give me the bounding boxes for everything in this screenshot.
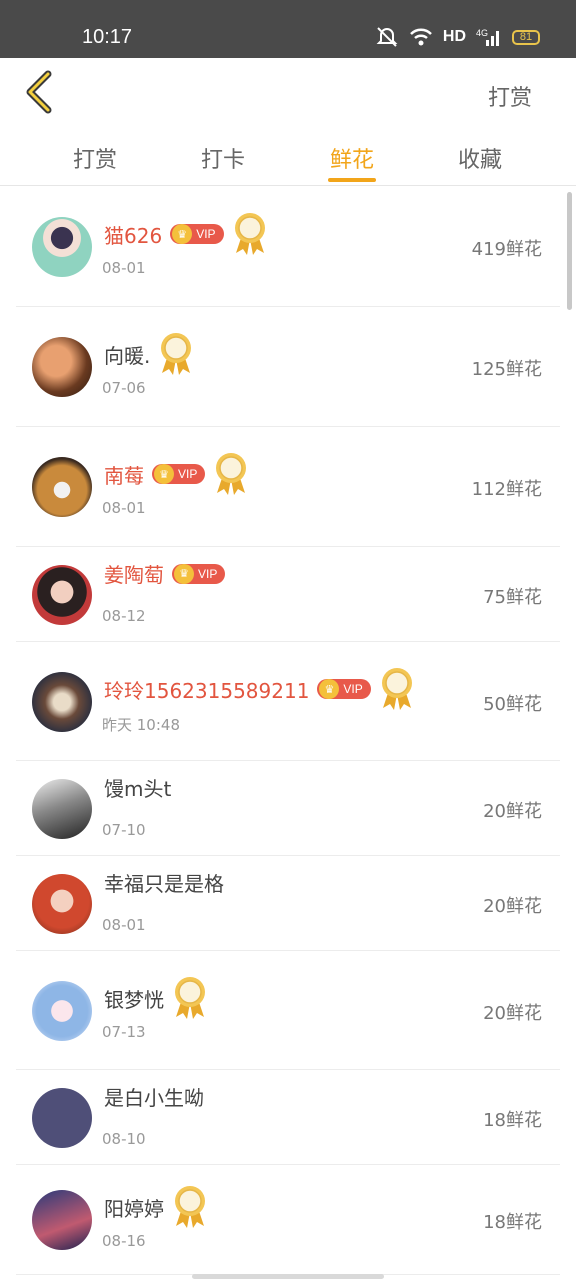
flower-count: 419鲜花 [471, 239, 542, 260]
list-item[interactable]: 银梦恍 07-13 20鲜花 [16, 951, 560, 1070]
flower-count: 50鲜花 [483, 694, 542, 715]
user-name: 是白小生呦 [104, 1086, 204, 1110]
home-indicator[interactable] [192, 1274, 384, 1279]
user-name: 向暖. [104, 343, 151, 368]
scrollbar[interactable] [567, 192, 572, 310]
vip-label: VIP [198, 566, 218, 581]
gift-date: 08-01 [102, 259, 146, 277]
medal-icon [161, 333, 192, 375]
name-line: 姜陶萄 ♛ VIP [104, 559, 226, 588]
vip-label: VIP [178, 467, 198, 481]
battery-indicator: 81 [512, 29, 540, 45]
vip-badge: ♛ VIP [317, 679, 371, 699]
gift-date: 07-13 [102, 1023, 146, 1041]
signal-label: 4G [476, 28, 488, 38]
avatar[interactable] [32, 874, 92, 934]
name-line: 猫626 ♛ VIP [104, 211, 268, 257]
medal-icon [175, 1186, 205, 1228]
name-line: 阳婷婷 [104, 1184, 208, 1230]
avatar[interactable] [32, 1088, 92, 1148]
status-icons: HD 4G 81 [375, 26, 540, 48]
user-name: 姜陶萄 [104, 563, 164, 587]
flower-count: 20鲜花 [483, 801, 542, 822]
name-line: 南莓 ♛ VIP [104, 451, 249, 497]
status-time: 10:17 [82, 26, 133, 48]
gift-date: 08-01 [102, 499, 146, 517]
gift-date: 08-01 [102, 916, 146, 934]
flower-count: 112鲜花 [471, 479, 542, 500]
avatar[interactable] [32, 1190, 92, 1250]
user-name: 幸福只是是格 [104, 872, 224, 896]
header-action-button[interactable]: 打赏 [488, 80, 532, 112]
medal-icon [175, 977, 205, 1019]
avatar[interactable] [32, 779, 92, 839]
list-item[interactable]: 向暖. 07-06 125鲜花 [16, 307, 560, 427]
list-item[interactable]: 猫626 ♛ VIP 08-01 419鲜花 [16, 187, 560, 307]
avatar[interactable] [32, 981, 92, 1041]
flower-count: 75鲜花 [483, 587, 542, 608]
flower-count: 18鲜花 [483, 1110, 542, 1131]
name-line: 幸福只是是格 [104, 868, 224, 897]
gift-date: 08-10 [102, 1130, 146, 1148]
vip-badge: ♛ VIP [172, 563, 226, 584]
avatar[interactable] [32, 565, 92, 625]
user-name: 南莓 [104, 463, 144, 488]
vip-label: VIP [196, 227, 216, 241]
vip-badge: ♛ VIP [170, 224, 224, 244]
vip-badge: ♛ VIP [152, 464, 206, 484]
user-name: 猫626 [104, 223, 163, 248]
tab-flowers[interactable]: 鲜花 [307, 142, 397, 174]
status-bar: 10:17 HD 4G 81 [0, 0, 576, 58]
name-line: 玲玲1562315589211 ♛ VIP [104, 666, 415, 712]
crown-icon: ♛ [319, 679, 340, 699]
flower-count: 20鲜花 [483, 896, 542, 917]
list-item[interactable]: 玲玲1562315589211 ♛ VIP 昨天 10:48 50鲜花 [16, 642, 560, 761]
list-item[interactable]: 姜陶萄 ♛ VIP 08-12 75鲜花 [16, 547, 560, 642]
user-name: 馒m头t [104, 777, 172, 801]
name-line: 馒m头t [104, 773, 171, 802]
tab-favorites[interactable]: 收藏 [435, 142, 525, 174]
list-item[interactable]: 幸福只是是格 08-01 20鲜花 [16, 856, 560, 951]
gift-date: 08-16 [102, 1232, 146, 1250]
back-arrow-icon[interactable] [20, 70, 60, 114]
gift-date: 07-06 [102, 379, 146, 397]
crown-icon: ♛ [172, 224, 193, 244]
flower-count: 20鲜花 [483, 1003, 542, 1024]
list-item[interactable]: 是白小生呦 08-10 18鲜花 [16, 1070, 560, 1165]
gift-date: 昨天 10:48 [102, 716, 180, 734]
user-name: 玲玲1562315589211 [104, 678, 310, 703]
tab-checkin[interactable]: 打卡 [178, 142, 268, 174]
avatar[interactable] [32, 337, 92, 397]
active-tab-indicator [328, 178, 376, 182]
medal-icon [216, 453, 247, 495]
tab-reward[interactable]: 打赏 [50, 142, 140, 174]
wifi-icon [409, 28, 432, 46]
gift-date: 08-12 [102, 607, 146, 625]
list-item[interactable]: 南莓 ♛ VIP 08-01 112鲜花 [16, 427, 560, 547]
tab-bar: 打赏 打卡 鲜花 收藏 [0, 128, 576, 186]
flower-ranking-list: 猫626 ♛ VIP 08-01 419鲜花 向暖. 07-06 125鲜花 南莓 ♛ VIP 08-… [16, 187, 560, 1275]
vip-label: VIP [343, 682, 363, 696]
name-line: 向暖. [104, 331, 194, 377]
list-item[interactable]: 馒m头t 07-10 20鲜花 [16, 761, 560, 856]
crown-icon: ♛ [154, 464, 174, 484]
network-label: HD [442, 28, 466, 45]
avatar[interactable] [32, 457, 92, 517]
gift-date: 07-10 [102, 821, 146, 839]
avatar[interactable] [32, 217, 92, 277]
user-name: 银梦恍 [104, 987, 164, 1012]
name-line: 银梦恍 [104, 975, 208, 1021]
flower-count: 125鲜花 [471, 359, 542, 380]
mute-bell-icon [376, 27, 398, 47]
crown-icon: ♛ [174, 563, 194, 584]
list-item[interactable]: 阳婷婷 08-16 18鲜花 [16, 1165, 560, 1275]
header: 打赏 [0, 58, 576, 128]
user-name: 阳婷婷 [104, 1196, 164, 1221]
avatar[interactable] [32, 672, 92, 732]
flower-count: 18鲜花 [483, 1212, 542, 1233]
signal-icon: 4G [476, 28, 499, 46]
medal-icon [381, 668, 412, 710]
name-line: 是白小生呦 [104, 1082, 204, 1111]
medal-icon [234, 213, 265, 255]
